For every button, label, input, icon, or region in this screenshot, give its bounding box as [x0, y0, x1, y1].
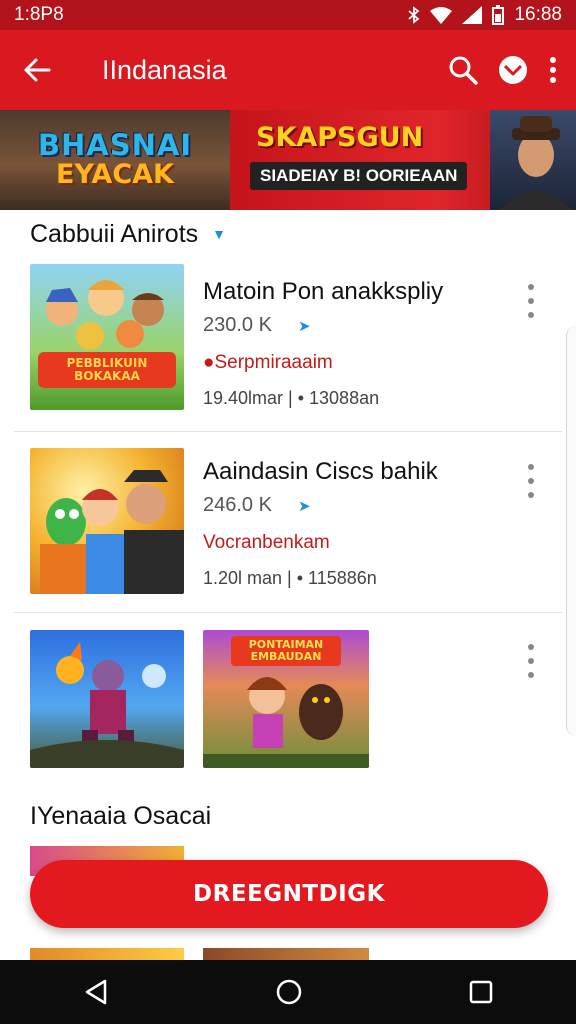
status-icons: 16:88: [408, 4, 562, 26]
app-developer: Vocranbenkam: [203, 532, 330, 553]
app-title: Aaindasin Ciscs bahik: [203, 458, 438, 485]
more-vert-icon[interactable]: [548, 55, 558, 85]
banner-right-title: SKAPSGUN: [256, 122, 424, 153]
verified-icon: ➤: [297, 318, 311, 335]
banner-right-panel: SKAPSGUN SIADEIAY B! OORIEAAN: [230, 110, 576, 210]
search-icon[interactable]: [448, 55, 478, 85]
banner-left-line2: EYACAK: [56, 159, 174, 190]
row-divider: [14, 431, 562, 432]
app-thumbnail: PEBBLIKUIN BOKAKAA: [30, 264, 184, 410]
status-time-left: 1:8P8: [14, 4, 64, 25]
section-title: Cabbuii Anirots: [30, 219, 199, 248]
overflow-menu-icon[interactable]: [524, 644, 538, 678]
row-divider: [14, 612, 562, 613]
app-list-item[interactable]: Aaindasin Ciscs bahik 246.0 K ➤ Vocranben…: [0, 448, 576, 598]
app-list-item[interactable]: PONTAIMAN EMBAUDAN: [0, 630, 576, 770]
verified-icon: ➤: [297, 498, 311, 515]
promo-banner[interactable]: BHASNAI EYACAK SKAPSGUN SIADEIAY B! OORI…: [0, 110, 576, 210]
overflow-menu-icon[interactable]: [524, 284, 538, 318]
play-store-icon[interactable]: [498, 55, 528, 85]
dropdown-arrow-icon: ▼: [212, 226, 227, 242]
signal-icon: [462, 6, 483, 24]
nav-home-icon[interactable]: [275, 978, 303, 1006]
overflow-menu-icon[interactable]: [524, 464, 538, 498]
app-bar: IIndanasia: [0, 30, 576, 110]
banner-character-image: [490, 110, 576, 210]
primary-action-button[interactable]: DREEGNTDIGK: [30, 860, 548, 928]
partial-thumbnail: [30, 948, 184, 960]
app-count: 230.0 K ➤: [203, 314, 311, 336]
partial-thumbnail: [203, 948, 369, 960]
back-arrow-icon: [24, 58, 51, 82]
thumbnail-text: PONTAIMAN EMBAUDAN: [248, 638, 324, 663]
side-panel-edge[interactable]: [566, 326, 576, 736]
app-meta: 1.20l man | • 115886n: [203, 568, 377, 588]
nav-recents-icon[interactable]: [469, 980, 493, 1004]
developer-mark-icon: ●: [203, 352, 215, 373]
section-header-1[interactable]: Cabbuii Anirots ▼: [30, 214, 226, 254]
app-count: 246.0 K ➤: [203, 494, 311, 516]
banner-left-panel: BHASNAI EYACAK: [0, 110, 230, 210]
app-bar-actions: [448, 55, 576, 85]
status-time-right: 16:88: [514, 4, 562, 25]
app-title: Matoin Pon anakkspliy: [203, 278, 444, 305]
app-developer: ●Serpmiraaaim: [203, 352, 333, 373]
app-list-item[interactable]: PEBBLIKUIN BOKAKAA Matoin Pon anakkspliy …: [0, 264, 576, 430]
wifi-icon: [430, 7, 453, 24]
thumbnail-text: PEBBLIKUIN BOKAKAA: [66, 356, 148, 383]
app-meta: 19.40lmar | • 13088an: [203, 388, 380, 408]
section-header-2[interactable]: IYenaaia Osacai: [30, 796, 211, 836]
section-title: IYenaaia Osacai: [30, 801, 212, 830]
battery-icon: [492, 5, 505, 25]
app-bar-title: IIndanasia: [102, 54, 227, 85]
app-thumbnail: [30, 448, 184, 594]
status-bar: 1:8P8 16:88: [0, 0, 576, 30]
banner-right-subtitle: SIADEIAY B! OORIEAAN: [250, 162, 468, 190]
app-thumbnail: [30, 630, 184, 768]
nav-back-icon[interactable]: [83, 978, 109, 1006]
bluetooth-icon: [408, 6, 420, 24]
app-thumbnail: PONTAIMAN EMBAUDAN: [203, 630, 369, 768]
system-nav-bar: [0, 960, 576, 1024]
back-button[interactable]: [0, 30, 74, 110]
banner-left-line1: BHASNAI: [37, 128, 193, 162]
